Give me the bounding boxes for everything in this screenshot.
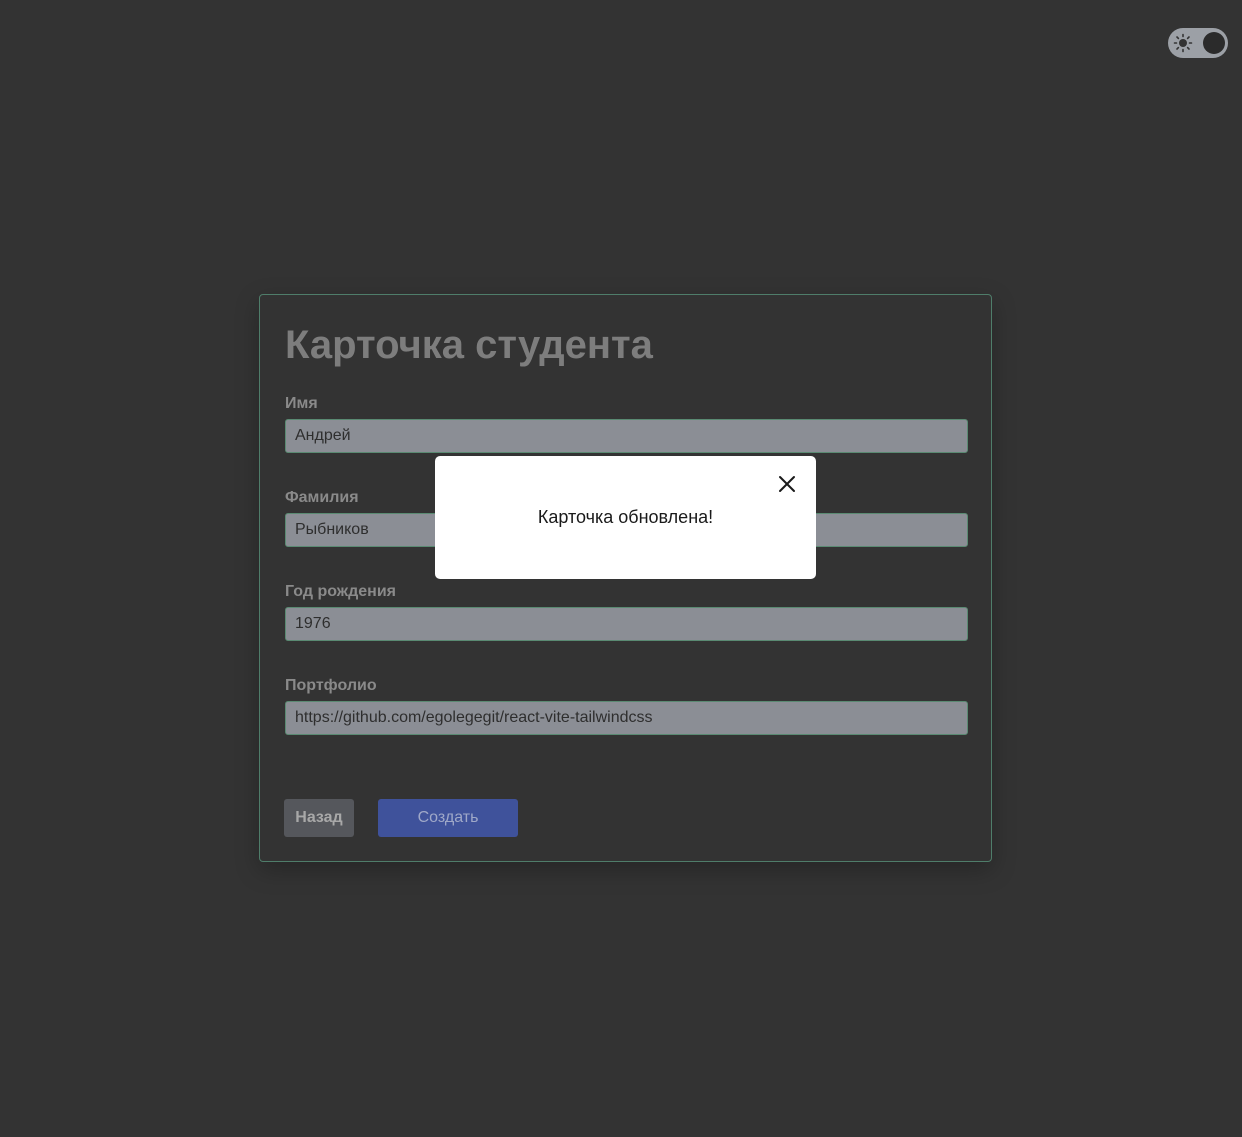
birth-year-label: Год рождения bbox=[285, 583, 397, 600]
toggle-knob[interactable] bbox=[1203, 32, 1225, 54]
portfolio-label: Портфолио bbox=[285, 677, 377, 694]
modal-message: Карточка обновлена! bbox=[537, 507, 714, 527]
page-title: Карточка студента bbox=[285, 323, 653, 367]
last-name-label: Фамилия bbox=[285, 489, 359, 506]
create-button[interactable]: Создать bbox=[378, 799, 518, 837]
portfolio-field[interactable] bbox=[285, 701, 968, 735]
back-button[interactable]: Назад bbox=[284, 799, 354, 837]
birth-year-field[interactable] bbox=[285, 607, 968, 641]
notification-modal: Карточка обновлена! bbox=[435, 456, 816, 579]
close-icon[interactable] bbox=[777, 474, 797, 494]
first-name-field[interactable] bbox=[285, 419, 968, 453]
theme-toggle[interactable] bbox=[1168, 28, 1228, 58]
sun-icon bbox=[1173, 33, 1193, 53]
first-name-label: Имя bbox=[285, 395, 318, 412]
